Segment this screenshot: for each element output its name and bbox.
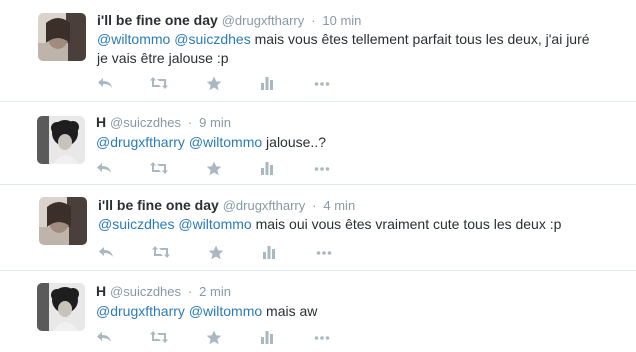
more-button[interactable] bbox=[314, 330, 334, 346]
tweet-actions bbox=[96, 330, 336, 346]
timestamp[interactable]: 4 min bbox=[323, 198, 355, 213]
mention-link[interactable]: @wiltommo bbox=[189, 303, 262, 319]
retweet-button[interactable] bbox=[151, 245, 171, 261]
tweet-3[interactable]: i'll be fine one day @drugxftharry · 4 m… bbox=[0, 185, 636, 269]
display-name[interactable]: H bbox=[96, 283, 106, 299]
reply-icon bbox=[99, 247, 113, 257]
retweet-icon bbox=[150, 331, 168, 343]
stats-icon bbox=[261, 162, 273, 175]
avatar[interactable] bbox=[37, 283, 85, 331]
favorite-button[interactable] bbox=[208, 245, 228, 261]
tweet-text-body: mais aw bbox=[266, 303, 318, 319]
more-icon bbox=[314, 82, 330, 86]
display-name[interactable]: i'll be fine one day bbox=[97, 12, 218, 28]
reply-button[interactable] bbox=[98, 245, 118, 261]
tweet-text: @suiczdhes @wiltommo mais oui vous êtes … bbox=[98, 215, 598, 234]
retweet-button[interactable] bbox=[149, 161, 169, 177]
retweet-button[interactable] bbox=[149, 330, 169, 346]
favorite-star-icon bbox=[206, 161, 222, 176]
more-button[interactable] bbox=[314, 161, 334, 177]
mention-link[interactable]: @wiltommo bbox=[178, 216, 251, 232]
reply-icon bbox=[97, 163, 111, 173]
reply-button[interactable] bbox=[96, 330, 116, 346]
favorite-star-icon bbox=[206, 76, 222, 91]
avatar[interactable] bbox=[38, 13, 86, 61]
stats-icon bbox=[263, 246, 275, 259]
tweet-text-line: mais vous êtes tellement parfait tous le… bbox=[254, 31, 590, 47]
timestamp[interactable]: 10 min bbox=[322, 13, 361, 28]
mention-link[interactable]: @suiczdhes bbox=[98, 216, 174, 232]
avatar-image bbox=[37, 116, 85, 164]
mention-link[interactable]: @wiltommo bbox=[97, 31, 170, 47]
separator-dot: · bbox=[187, 284, 193, 299]
username[interactable]: @suiczdhes bbox=[110, 115, 181, 130]
reply-button[interactable] bbox=[97, 76, 117, 92]
tweet-text-line: je vais être jalouse :p bbox=[97, 50, 229, 66]
more-button[interactable] bbox=[314, 76, 334, 92]
tweet-actions bbox=[98, 245, 338, 261]
reply-icon bbox=[98, 78, 112, 88]
stats-icon bbox=[261, 331, 273, 344]
favorite-button[interactable] bbox=[206, 330, 226, 346]
tweet-text: @drugxftharry @wiltommo jalouse..? bbox=[96, 133, 596, 152]
mention-link[interactable]: @drugxftharry bbox=[96, 134, 185, 150]
tweet-2[interactable]: H @suiczdhes · 9 min @drugxftharry @wilt… bbox=[0, 102, 636, 183]
tweet-text-body: mais oui vous êtes vraiment cute tous le… bbox=[255, 216, 562, 232]
retweet-icon bbox=[150, 77, 168, 89]
mention-link[interactable]: @wiltommo bbox=[189, 134, 262, 150]
stats-icon bbox=[261, 77, 273, 90]
more-icon bbox=[314, 167, 330, 171]
separator-dot: · bbox=[311, 13, 316, 28]
timestamp[interactable]: 2 min bbox=[199, 284, 231, 299]
username[interactable]: @suiczdhes bbox=[110, 284, 181, 299]
reply-button[interactable] bbox=[96, 161, 116, 177]
mention-link[interactable]: @suiczdhes bbox=[174, 31, 250, 47]
avatar-image bbox=[39, 197, 87, 245]
stats-button[interactable] bbox=[262, 245, 282, 261]
retweet-button[interactable] bbox=[149, 76, 169, 92]
more-icon bbox=[314, 336, 330, 340]
avatar-image bbox=[37, 283, 85, 331]
tweet-1[interactable]: i'll be fine one day @drugxftharry · 10 … bbox=[0, 0, 636, 100]
tweet-text-body: jalouse..? bbox=[266, 134, 326, 150]
avatar-image bbox=[38, 13, 86, 61]
tweet-4[interactable]: H @suiczdhes · 2 min @drugxftharry @wilt… bbox=[0, 271, 636, 352]
stats-button[interactable] bbox=[260, 330, 280, 346]
tweet-actions bbox=[96, 161, 336, 177]
favorite-star-icon bbox=[206, 330, 222, 345]
more-icon bbox=[316, 251, 332, 255]
avatar[interactable] bbox=[39, 197, 87, 245]
tweet-text: @drugxftharry @wiltommo mais aw bbox=[96, 302, 596, 321]
favorite-button[interactable] bbox=[206, 76, 226, 92]
retweet-icon bbox=[152, 246, 170, 258]
display-name[interactable]: H bbox=[96, 114, 106, 130]
favorite-star-icon bbox=[208, 245, 224, 260]
favorite-button[interactable] bbox=[206, 161, 226, 177]
reply-icon bbox=[97, 332, 111, 342]
tweet-text: @wiltommo @suiczdhes mais vous êtes tell… bbox=[97, 30, 597, 68]
tweet-actions bbox=[97, 76, 337, 92]
timestamp[interactable]: 9 min bbox=[199, 115, 231, 130]
display-name[interactable]: i'll be fine one day bbox=[98, 197, 219, 213]
username[interactable]: @drugxftharry bbox=[222, 13, 305, 28]
username[interactable]: @drugxftharry bbox=[223, 198, 306, 213]
mention-link[interactable]: @drugxftharry bbox=[96, 303, 185, 319]
more-button[interactable] bbox=[316, 245, 336, 261]
separator-dot: · bbox=[312, 198, 317, 213]
avatar[interactable] bbox=[37, 116, 85, 164]
stats-button[interactable] bbox=[260, 76, 280, 92]
separator-dot: · bbox=[187, 115, 193, 130]
retweet-icon bbox=[150, 162, 168, 174]
stats-button[interactable] bbox=[260, 161, 280, 177]
